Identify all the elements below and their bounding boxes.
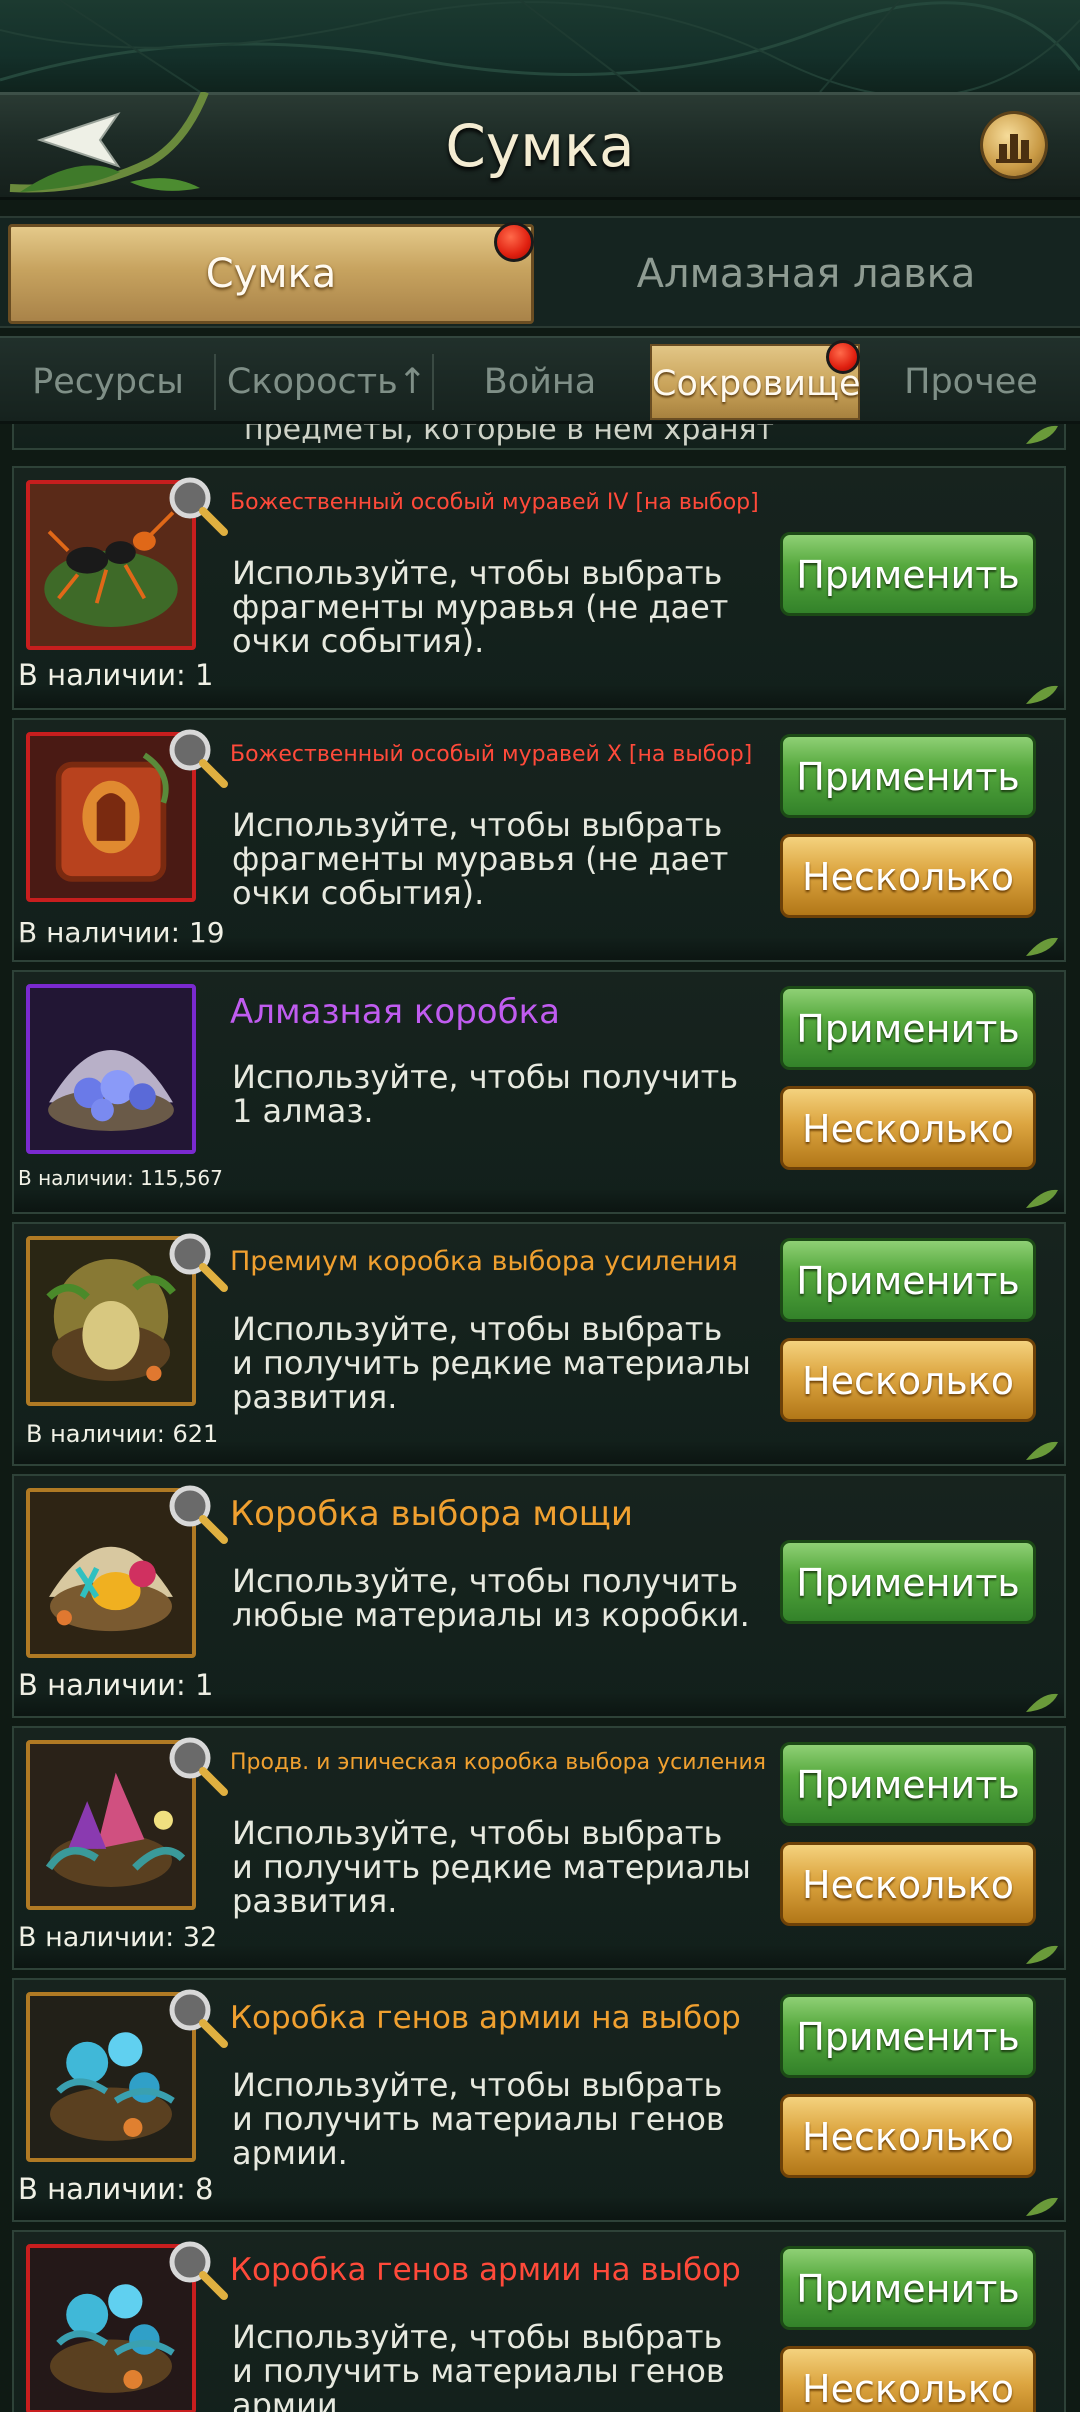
item-description: Используйте, чтобы выбрать и получить ма… <box>232 2318 725 2412</box>
magnifier-icon[interactable] <box>162 1478 230 1546</box>
item-description: предметы, которые в нем хранят <box>244 424 774 447</box>
item-name: Премиум коробка выбора усиления <box>230 1246 738 1277</box>
card-shade <box>14 684 1064 708</box>
notification-badge <box>494 222 534 262</box>
magnifier-icon[interactable] <box>162 1730 230 1798</box>
list-item: Божественный особый муравей X [на выбор]… <box>12 718 1066 962</box>
leaf-icon <box>1026 1945 1058 1964</box>
magnifier-icon[interactable] <box>162 1226 230 1294</box>
item-name: Алмазная коробка <box>230 992 560 1032</box>
tab-divider <box>214 354 216 410</box>
card-shade <box>14 1188 1064 1212</box>
use-multiple-button[interactable]: Несколько <box>780 2094 1036 2178</box>
item-name: Коробка выбора мощи <box>230 1494 633 1534</box>
page-title: Сумка <box>445 112 635 180</box>
tab-resources[interactable]: Ресурсы <box>8 344 208 420</box>
item-name: Коробка генов армии на выбор <box>230 2252 741 2288</box>
list-item: Коробка генов армии на выбор Используйте… <box>12 1978 1066 2222</box>
apply-button[interactable]: Применить <box>780 1540 1036 1624</box>
leaf-icon <box>1026 685 1058 704</box>
tab-diamond-shop[interactable]: Алмазная лавка <box>540 224 1072 324</box>
item-name: Продв. и эпическая коробка выбора усилен… <box>230 1750 767 1775</box>
apply-button[interactable]: Применить <box>780 1742 1036 1826</box>
stats-button[interactable] <box>983 114 1045 176</box>
tab-divider <box>432 354 434 410</box>
diamond-shell-icon[interactable] <box>26 984 196 1154</box>
list-item: Алмазная коробка Используйте, чтобы полу… <box>12 970 1066 1214</box>
leaf-icon <box>1026 425 1058 444</box>
use-multiple-button[interactable]: Несколько <box>780 1086 1036 1170</box>
magnifier-icon[interactable] <box>162 722 230 790</box>
item-name: Божественный особый муравей IV [на выбор… <box>230 490 759 515</box>
bar-chart-icon <box>996 134 1032 163</box>
use-multiple-button[interactable]: Несколько <box>780 1338 1036 1422</box>
card-shade <box>14 2196 1064 2220</box>
tab-war[interactable]: Война <box>440 344 640 420</box>
card-shade <box>14 936 1064 960</box>
item-count: В наличии: 115,567 <box>18 1166 223 1190</box>
magnifier-icon[interactable] <box>162 2234 230 2302</box>
tab-other[interactable]: Прочее <box>870 344 1072 420</box>
use-multiple-button[interactable]: Несколько <box>780 2346 1036 2412</box>
list-item: Божественный особый муравей IV [на выбор… <box>12 466 1066 710</box>
apply-button[interactable]: Применить <box>780 1994 1036 2078</box>
leaf-icon <box>1026 937 1058 956</box>
item-list[interactable]: предметы, которые в нем хранят Божествен… <box>0 424 1080 2412</box>
use-multiple-button[interactable]: Несколько <box>780 1842 1036 1926</box>
item-name: Коробка генов армии на выбор <box>230 2000 741 2036</box>
apply-button[interactable]: Применить <box>780 2246 1036 2330</box>
item-name: Божественный особый муравей X [на выбор] <box>230 742 753 767</box>
item-description: Используйте, чтобы выбрать фрагменты мур… <box>232 806 729 912</box>
card-shade <box>14 1944 1064 1968</box>
use-multiple-button[interactable]: Несколько <box>780 834 1036 918</box>
item-description: Используйте, чтобы выбрать и получить ре… <box>232 1814 751 1920</box>
leaf-icon <box>1026 1189 1058 1208</box>
card-shade <box>14 1440 1064 1464</box>
card-shade <box>14 1692 1064 1716</box>
item-description: Используйте, чтобы получить 1 алмаз. <box>232 1058 739 1130</box>
leaf-icon <box>1026 1441 1058 1460</box>
magnifier-icon[interactable] <box>162 1982 230 2050</box>
top-background <box>0 0 1080 92</box>
apply-button[interactable]: Применить <box>780 532 1036 616</box>
list-item: Премиум коробка выбора усиления Использу… <box>12 1222 1066 1466</box>
list-item: Коробка выбора мощи Используйте, чтобы п… <box>12 1474 1066 1718</box>
tab-bag[interactable]: Сумка <box>8 224 534 324</box>
item-description: Используйте, чтобы получить любые матери… <box>232 1562 750 1634</box>
notification-badge <box>826 340 860 374</box>
list-item: Коробка генов армии на выбор Используйте… <box>12 2230 1066 2412</box>
leaf-icon <box>1026 1693 1058 1712</box>
magnifier-icon[interactable] <box>162 470 230 538</box>
apply-button[interactable]: Применить <box>780 986 1036 1070</box>
list-item: Продв. и эпическая коробка выбора усилен… <box>12 1726 1066 1970</box>
leaf-icon <box>1026 2197 1058 2216</box>
item-description: Используйте, чтобы выбрать фрагменты мур… <box>232 554 729 660</box>
tab-speedup[interactable]: Скорость↑ <box>222 344 432 420</box>
list-item: предметы, которые в нем хранят <box>12 424 1066 450</box>
apply-button[interactable]: Применить <box>780 734 1036 818</box>
item-description: Используйте, чтобы выбрать и получить ре… <box>232 1310 751 1416</box>
apply-button[interactable]: Применить <box>780 1238 1036 1322</box>
item-description: Используйте, чтобы выбрать и получить ма… <box>232 2066 725 2172</box>
